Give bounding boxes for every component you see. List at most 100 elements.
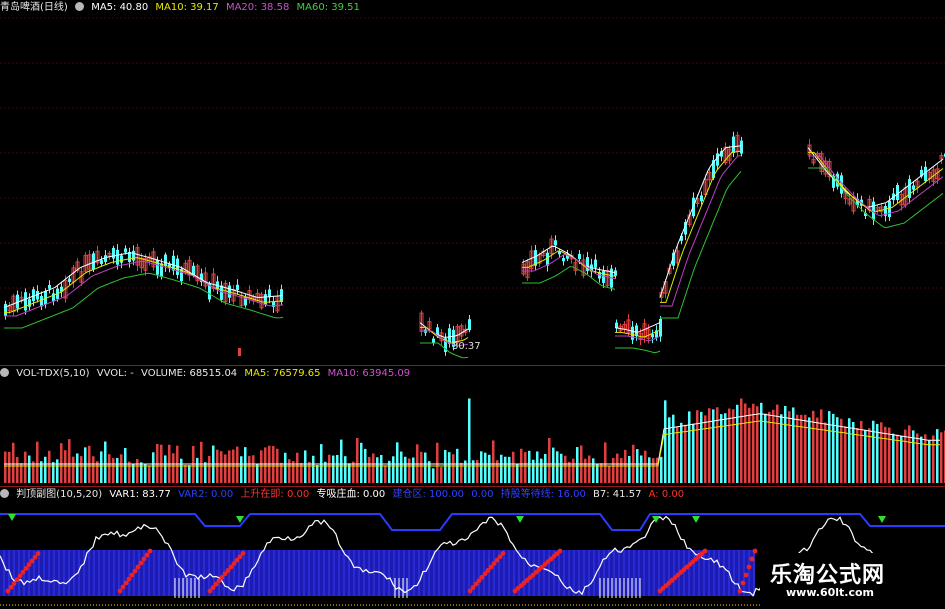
volume-bar [164,455,167,483]
buy-arrow-icon [878,516,886,523]
volume-bar [352,461,355,483]
volume-bar [80,456,83,483]
volume-bar [404,456,407,483]
volume-bar [772,409,775,483]
rise-signal-dot [141,556,147,562]
moving-average-line [419,322,469,338]
volume-bar [316,464,319,483]
rise-signal-dot [129,572,135,578]
volume-bar [72,456,75,483]
volume-bar [12,442,15,483]
volume-bar [668,417,671,483]
volume-bar [612,457,615,483]
volume-bar [184,464,187,483]
volume-bar [360,442,363,483]
buy-arrow-icon [8,514,16,521]
rise-signal-dot [144,552,150,558]
rise-signal-dot [135,564,141,570]
volume-bar [244,447,247,483]
volume-bar [332,455,335,483]
candle-body [562,258,565,262]
candle-body [700,195,703,202]
volume-bar [36,441,39,483]
volume-bar [56,459,59,483]
volume-bar [204,462,207,483]
build-zone-band [0,550,755,596]
volume-bar [908,425,911,483]
volume-bar [816,417,819,483]
volume-bar [104,441,107,483]
price-chart[interactable] [0,0,945,365]
volume-bar [448,452,451,483]
volume-bar [932,435,935,483]
volume-bar [340,439,343,483]
volume-bar [492,440,495,483]
rise-signal-dot [20,569,26,575]
volume-bar [524,452,527,483]
volume-bar [372,453,375,483]
candle-body [546,252,549,266]
volume-bar [336,454,339,483]
volume-bar [588,455,591,483]
volume-bar [180,458,183,483]
volume-bar [736,404,739,483]
volume-bar [8,451,11,483]
volume-bar [440,467,443,483]
candle-body [24,292,27,311]
candle-body [432,338,435,344]
volume-bar [684,424,687,483]
volume-bar [748,407,751,483]
volume-bar [52,462,55,483]
rise-signal-dot [557,548,563,554]
candle-body [4,303,7,316]
volume-bar [328,454,331,483]
volume-bar [916,433,919,483]
volume-bar [392,456,395,483]
volume-bar [844,426,847,483]
candle-body [116,249,119,265]
volume-bar [604,442,607,483]
volume-bar [704,415,707,483]
volume-bar [140,462,143,483]
volume-bar [740,398,743,483]
volume-bar [904,429,907,483]
volume-bar [144,464,147,483]
volume-bar [408,458,411,483]
volume-bar [156,443,159,483]
volume-bar [788,411,791,483]
volume-bar [840,418,843,483]
volume-bar [820,409,823,483]
rise-signal-dot [752,548,758,554]
volume-chart[interactable] [0,365,945,486]
volume-bar [512,451,515,483]
volume-bar [800,414,803,483]
volume-bar [68,439,71,483]
volume-bar [732,409,735,483]
volume-bar [24,451,27,483]
volume-bar [296,452,299,483]
volume-bar [256,463,259,483]
volume-bar [836,417,839,483]
volume-bar [452,454,455,483]
rise-signal-dot [743,572,749,578]
volume-bar [100,451,103,483]
volume-bar [564,455,567,483]
volume-bar [400,451,403,483]
volume-bar [872,420,875,483]
rise-signal-dot [120,584,126,590]
volume-bar [236,446,239,483]
volume-bar [596,464,599,483]
volume-bar [136,459,139,483]
candle-body [896,184,899,201]
volume-bar [688,411,691,483]
volume-bar [368,456,371,483]
volume-bar [376,457,379,483]
volume-bar [556,451,559,483]
volume-bar [892,433,895,483]
volume-bar [756,406,759,483]
volume-bar [32,461,35,483]
volume-bar [40,461,43,483]
volume-bar [108,454,111,483]
candle-body [68,278,71,282]
volume-bar [676,426,679,483]
